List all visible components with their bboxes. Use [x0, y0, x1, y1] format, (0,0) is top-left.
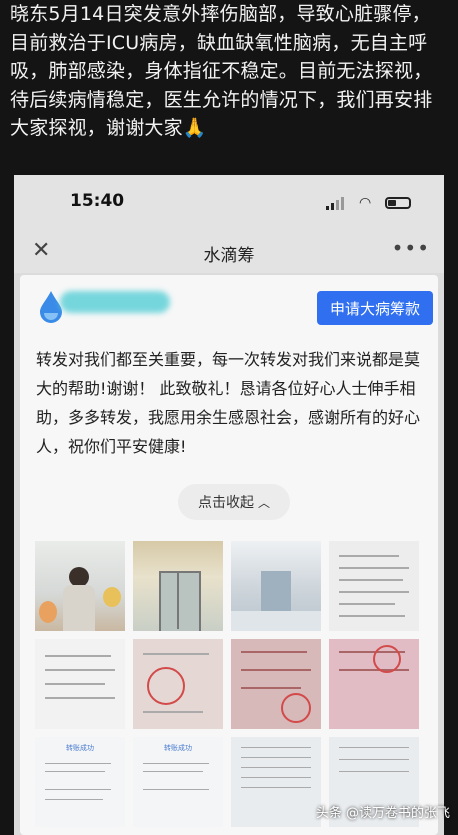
photo-pink-invoice-2[interactable]: [329, 639, 419, 729]
status-time: 15:40: [70, 191, 125, 211]
apply-fundraising-button[interactable]: 申请大病筹款: [317, 291, 433, 325]
photo-expense-list[interactable]: [231, 737, 321, 827]
transfer-success-label-2: 转账成功: [164, 744, 192, 752]
collapse-label: 点击收起: [197, 495, 254, 511]
fundraiser-card: 申请大病筹款 转发对我们都至关重要，每一次转发对我们来说都是莫大的帮助!谢谢！ …: [20, 275, 438, 835]
nav-bar: ✕ 水滴筹 •••: [14, 233, 444, 273]
story-text: 转发对我们都至关重要，每一次转发对我们来说都是莫大的帮助!谢谢！ 此致敬礼！恳请…: [36, 350, 421, 456]
status-bar: 15:40 ◠: [14, 175, 444, 233]
more-icon[interactable]: •••: [392, 236, 430, 260]
signal-icon: [326, 197, 344, 210]
photo-hospital-doors[interactable]: [133, 541, 223, 631]
screenshot-phone: 15:40 ◠ ✕ 水滴筹 ••• 申请大病筹款 转发对我们都至关重要，每一次转…: [14, 175, 444, 835]
blurred-name: [60, 291, 170, 313]
photo-medical-document[interactable]: [329, 541, 419, 631]
photo-stamped-receipt[interactable]: [133, 639, 223, 729]
collapse-button[interactable]: 点击收起 ︿: [178, 484, 290, 520]
photo-hospital-corridor[interactable]: [231, 541, 321, 631]
photo-diagnosis-form[interactable]: [35, 639, 125, 729]
photo-pink-invoice[interactable]: [231, 639, 321, 729]
photo-transfer-success[interactable]: 转账成功: [35, 737, 125, 827]
transfer-success-label: 转账成功: [66, 744, 94, 752]
chevron-up-icon: ︿: [257, 495, 270, 510]
photo-transfer-success-2[interactable]: 转账成功: [133, 737, 223, 827]
watermark: 头条 @读万卷书的张飞: [315, 806, 450, 821]
photo-portrait[interactable]: [35, 541, 125, 631]
post-caption: 晓东5月14日突发意外摔伤脑部，导致心脏骤停，目前救治于ICU病房，缺血缺氧性脑…: [10, 3, 433, 139]
wifi-icon: ◠: [359, 195, 372, 211]
nav-title: 水滴筹: [203, 246, 255, 266]
battery-icon: [385, 197, 411, 209]
